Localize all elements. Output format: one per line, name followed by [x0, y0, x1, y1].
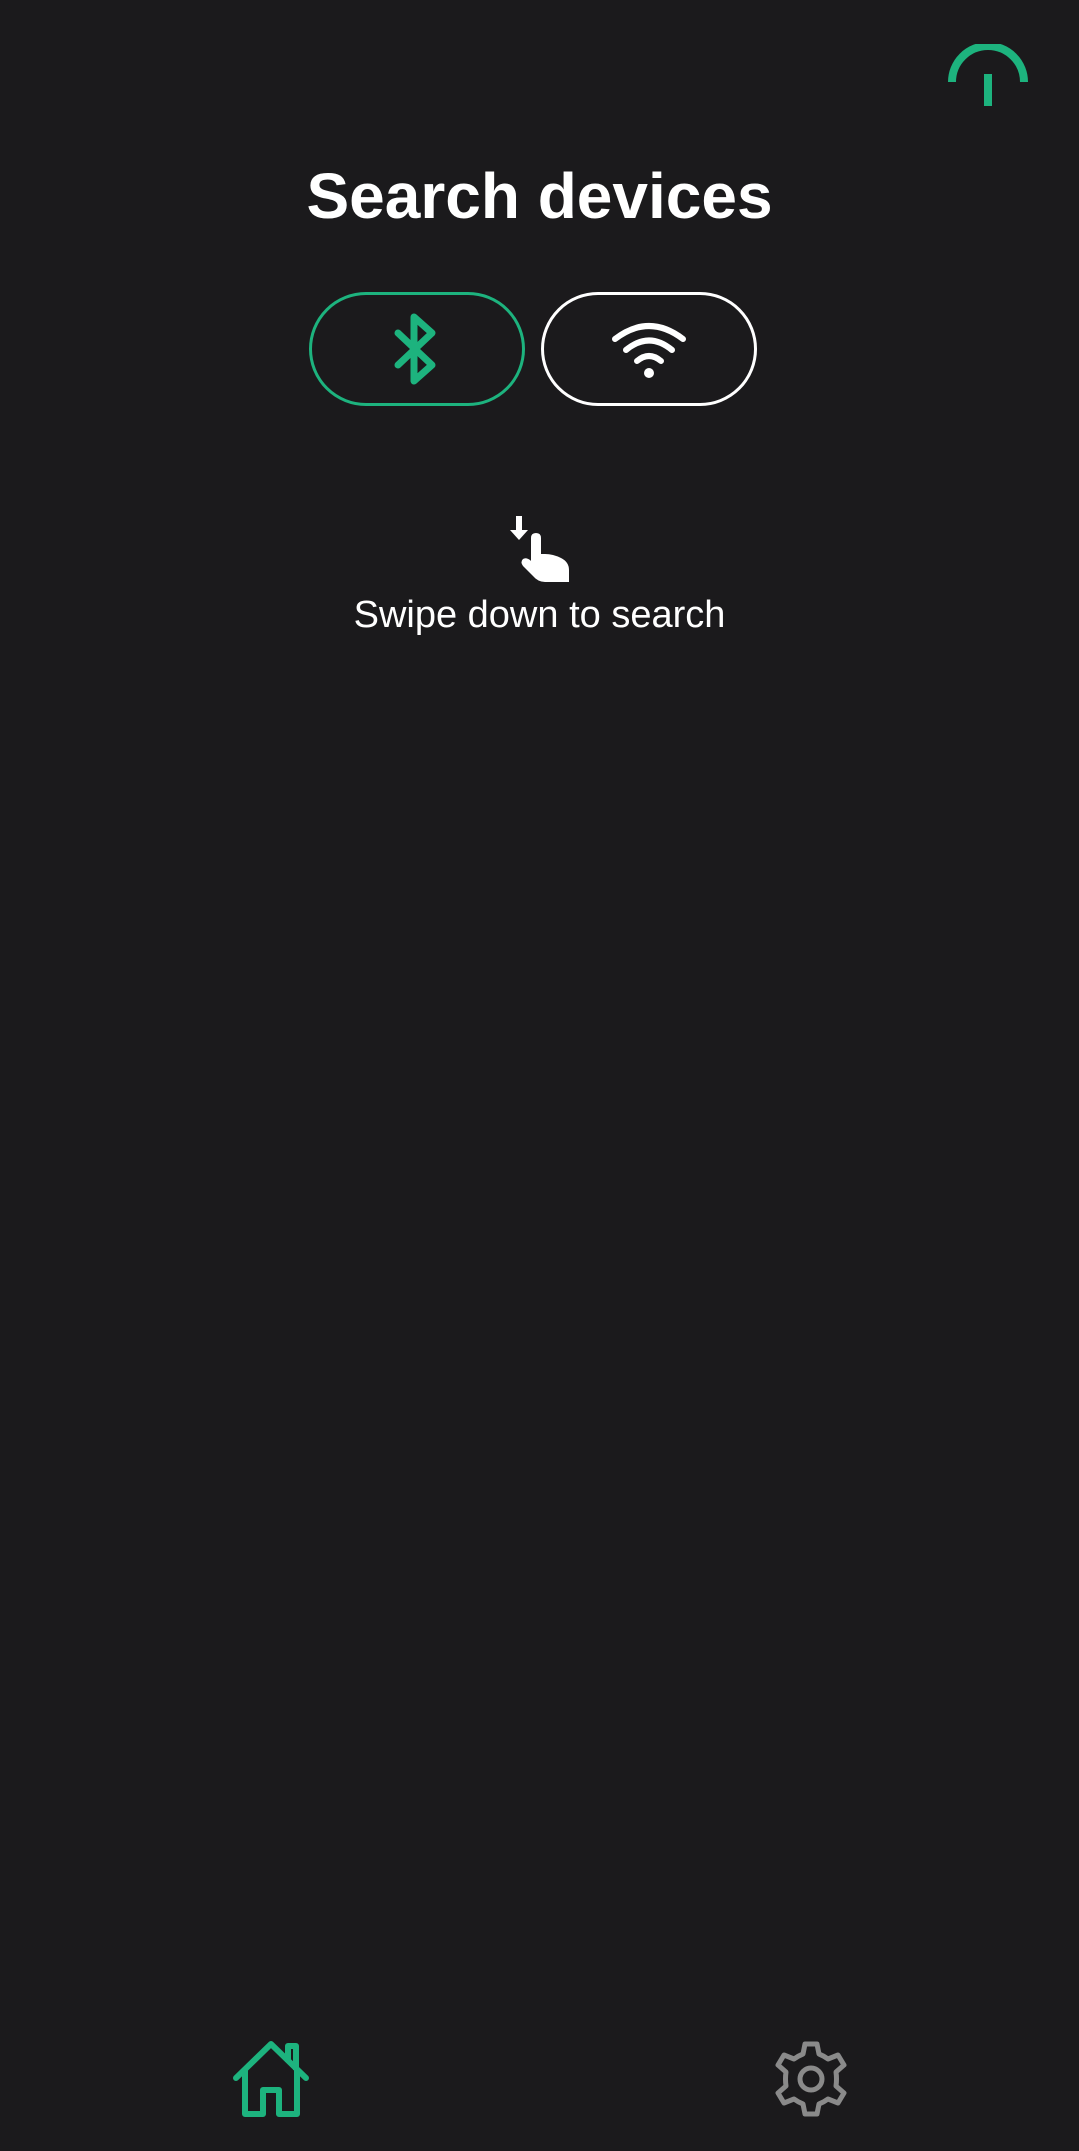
swipe-hint-text: Swipe down to search: [353, 594, 726, 636]
wifi-toggle-button[interactable]: [541, 292, 757, 406]
bottom-navigation: [0, 2020, 1079, 2151]
wifi-icon: [612, 323, 686, 378]
connection-type-toggle: [309, 292, 761, 410]
search-devices-screen: Search devices Swipe down to search: [0, 0, 1079, 2151]
nav-home-button[interactable]: [226, 2034, 316, 2124]
swipe-hint: Swipe down to search: [0, 512, 1079, 638]
swipe-down-hand-icon: [509, 516, 569, 582]
home-icon: [233, 2041, 309, 2117]
page-title: Search devices: [306, 160, 773, 232]
signal-gauge-icon[interactable]: [944, 42, 1032, 112]
nav-settings-button[interactable]: [766, 2034, 856, 2124]
bluetooth-icon: [394, 313, 436, 385]
bluetooth-toggle-button[interactable]: [309, 292, 525, 406]
gear-icon: [775, 2041, 847, 2117]
